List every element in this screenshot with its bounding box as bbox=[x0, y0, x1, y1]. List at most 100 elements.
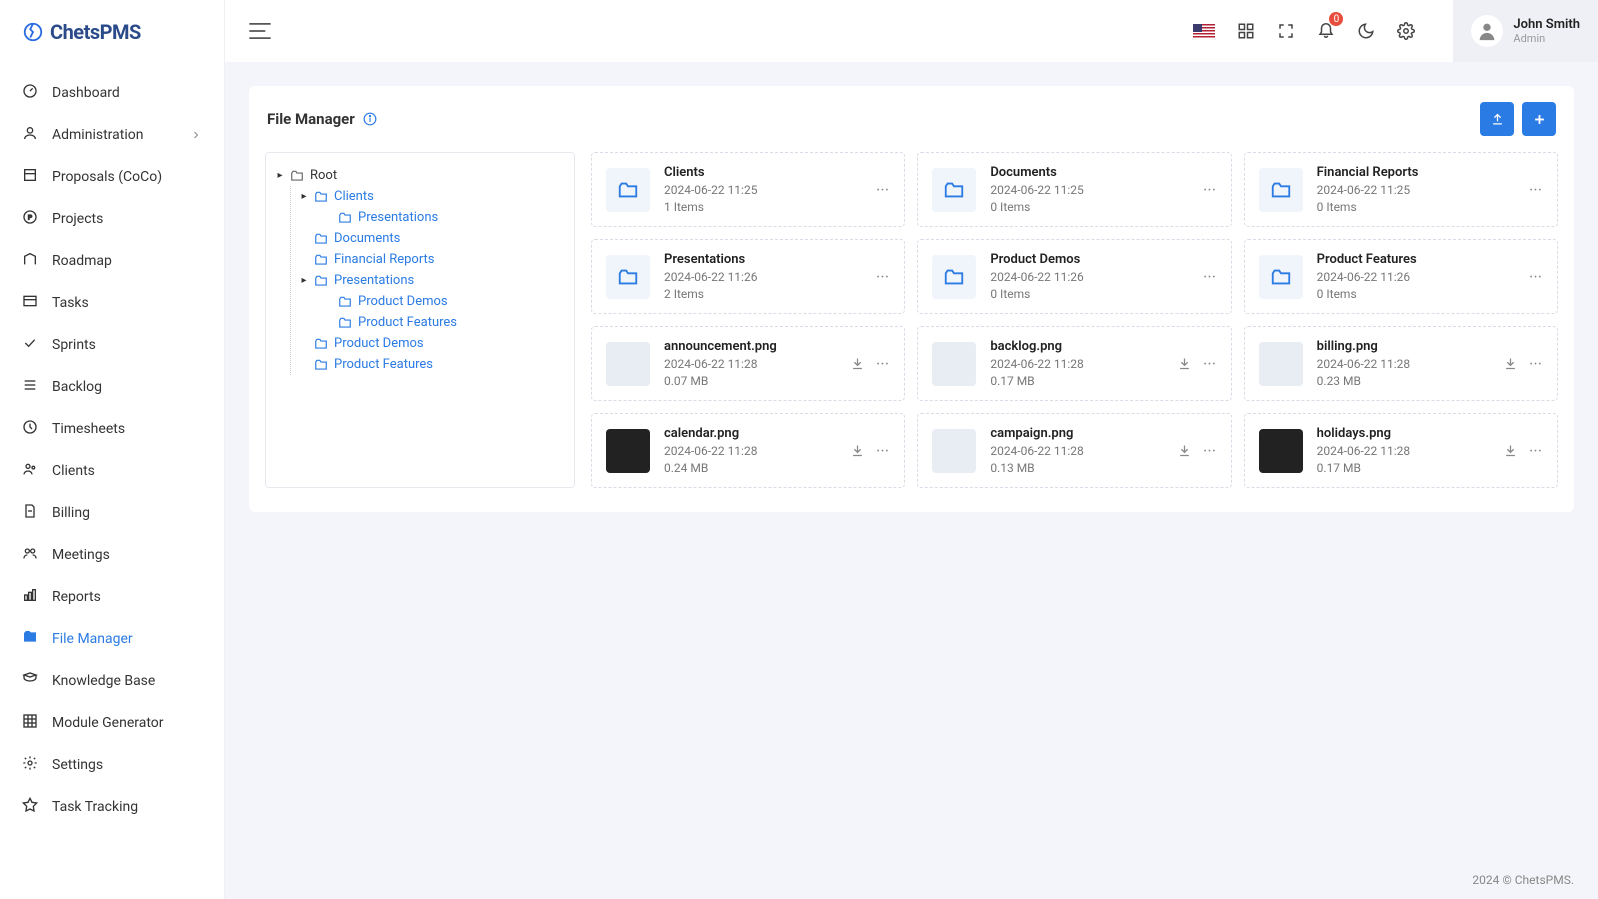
folder-open-icon bbox=[290, 169, 304, 183]
chevron-right-icon bbox=[190, 129, 202, 141]
nav-icon bbox=[22, 587, 38, 607]
user-menu[interactable]: John Smith Admin bbox=[1453, 0, 1598, 62]
more-icon[interactable] bbox=[875, 443, 890, 458]
file-tile[interactable]: campaign.png2024-06-22 11:280.13 MB bbox=[917, 413, 1231, 488]
folder-icon bbox=[617, 179, 639, 201]
tree-node[interactable]: ▸Clients bbox=[276, 186, 564, 207]
item-name: calendar.png bbox=[664, 426, 836, 441]
fullscreen-icon[interactable] bbox=[1277, 22, 1295, 40]
nav-icon bbox=[22, 251, 38, 271]
download-icon[interactable] bbox=[850, 356, 865, 371]
nav-icon bbox=[22, 419, 38, 439]
download-icon[interactable] bbox=[1177, 356, 1192, 371]
brand-logo[interactable]: ChetsPMS bbox=[0, 0, 224, 64]
file-tile[interactable]: calendar.png2024-06-22 11:280.24 MB bbox=[591, 413, 905, 488]
download-icon[interactable] bbox=[1177, 443, 1192, 458]
tree-node[interactable]: Product Features bbox=[276, 354, 564, 375]
more-icon[interactable] bbox=[875, 182, 890, 197]
folder-tile[interactable]: Clients2024-06-22 11:251 Items bbox=[591, 152, 905, 227]
sidebar-item-billing[interactable]: Billing bbox=[0, 492, 224, 534]
file-thumb bbox=[932, 342, 976, 386]
tree-label: Product Features bbox=[358, 315, 457, 330]
sidebar-item-meetings[interactable]: Meetings bbox=[0, 534, 224, 576]
more-icon[interactable] bbox=[1528, 182, 1543, 197]
folder-tile[interactable]: Financial Reports2024-06-22 11:250 Items bbox=[1244, 152, 1558, 227]
folder-tile[interactable]: Presentations2024-06-22 11:262 Items bbox=[591, 239, 905, 314]
download-icon[interactable] bbox=[1503, 356, 1518, 371]
nav-icon bbox=[22, 461, 38, 481]
sidebar-item-sprints[interactable]: Sprints bbox=[0, 324, 224, 366]
more-icon[interactable] bbox=[1202, 269, 1217, 284]
nav-icon bbox=[22, 713, 38, 733]
sidebar-item-timesheets[interactable]: Timesheets bbox=[0, 408, 224, 450]
tree-root[interactable]: ▸ Root bbox=[276, 165, 564, 186]
upload-button[interactable] bbox=[1480, 102, 1514, 136]
sidebar-item-reports[interactable]: Reports bbox=[0, 576, 224, 618]
plus-icon bbox=[1532, 112, 1547, 127]
tree-label: Presentations bbox=[358, 210, 438, 225]
sidebar-item-file-manager[interactable]: File Manager bbox=[0, 618, 224, 660]
sidebar-item-task-tracking[interactable]: Task Tracking bbox=[0, 786, 224, 828]
more-icon[interactable] bbox=[1528, 356, 1543, 371]
apps-grid-icon[interactable] bbox=[1237, 22, 1255, 40]
item-date: 2024-06-22 11:26 bbox=[1317, 270, 1514, 284]
language-flag[interactable] bbox=[1193, 24, 1215, 39]
tree-node[interactable]: ▸Presentations bbox=[276, 270, 564, 291]
tree-node[interactable]: Financial Reports bbox=[276, 249, 564, 270]
file-tile[interactable]: backlog.png2024-06-22 11:280.17 MB bbox=[917, 326, 1231, 401]
avatar bbox=[1471, 15, 1503, 47]
more-icon[interactable] bbox=[1202, 356, 1217, 371]
item-name: Product Features bbox=[1317, 252, 1514, 267]
sidebar-item-administration[interactable]: Administration bbox=[0, 114, 224, 156]
more-icon[interactable] bbox=[1528, 269, 1543, 284]
tree-label: Financial Reports bbox=[334, 252, 435, 267]
download-icon[interactable] bbox=[850, 443, 865, 458]
folder-icon bbox=[314, 232, 328, 246]
info-icon[interactable] bbox=[363, 112, 377, 126]
folder-tile[interactable]: Documents2024-06-22 11:250 Items bbox=[917, 152, 1231, 227]
add-button[interactable] bbox=[1522, 102, 1556, 136]
file-tile[interactable]: billing.png2024-06-22 11:280.23 MB bbox=[1244, 326, 1558, 401]
folder-tile[interactable]: Product Features 2024-06-22 11:26 0 Items bbox=[1244, 239, 1558, 314]
nav-icon bbox=[22, 671, 38, 691]
svg-text:P: P bbox=[28, 214, 32, 222]
sidebar-item-tasks[interactable]: Tasks bbox=[0, 282, 224, 324]
file-tile[interactable]: announcement.png2024-06-22 11:280.07 MB bbox=[591, 326, 905, 401]
menu-toggle-icon[interactable] bbox=[249, 23, 271, 39]
item-sub: 0 Items bbox=[1317, 200, 1514, 214]
tree-label: Clients bbox=[334, 189, 374, 204]
sidebar-item-roadmap[interactable]: Roadmap bbox=[0, 240, 224, 282]
folder-icon bbox=[314, 337, 328, 351]
sidebar-item-clients[interactable]: Clients bbox=[0, 450, 224, 492]
nav-label: Reports bbox=[52, 589, 101, 605]
sidebar-item-proposals-coco-[interactable]: Proposals (CoCo) bbox=[0, 156, 224, 198]
folder-tile[interactable]: Product Demos2024-06-22 11:260 Items bbox=[917, 239, 1231, 314]
tree-node[interactable]: Product Features bbox=[276, 312, 564, 333]
gear-icon[interactable] bbox=[1397, 22, 1415, 40]
file-tile[interactable]: holidays.png2024-06-22 11:280.17 MB bbox=[1244, 413, 1558, 488]
nav-icon bbox=[22, 167, 38, 187]
item-sub: 0 Items bbox=[1317, 287, 1514, 301]
download-icon[interactable] bbox=[1503, 443, 1518, 458]
file-grid: Clients2024-06-22 11:251 ItemsDocuments2… bbox=[591, 152, 1558, 488]
more-icon[interactable] bbox=[1202, 182, 1217, 197]
more-icon[interactable] bbox=[1202, 443, 1217, 458]
nav-icon bbox=[22, 503, 38, 523]
topbar: 0 John Smith Admin bbox=[225, 0, 1598, 62]
more-icon[interactable] bbox=[875, 269, 890, 284]
sidebar-item-backlog[interactable]: Backlog bbox=[0, 366, 224, 408]
sidebar-item-projects[interactable]: PProjects bbox=[0, 198, 224, 240]
tree-node[interactable]: Product Demos bbox=[276, 291, 564, 312]
more-icon[interactable] bbox=[1528, 443, 1543, 458]
tree-node[interactable]: Product Demos bbox=[276, 333, 564, 354]
tree-node[interactable]: Presentations bbox=[276, 207, 564, 228]
moon-icon[interactable] bbox=[1357, 22, 1375, 40]
sidebar-item-module-generator[interactable]: Module Generator bbox=[0, 702, 224, 744]
nav-label: Timesheets bbox=[52, 421, 125, 437]
sidebar-item-knowledge-base[interactable]: Knowledge Base bbox=[0, 660, 224, 702]
more-icon[interactable] bbox=[875, 356, 890, 371]
tree-label: Product Demos bbox=[334, 336, 424, 351]
tree-node[interactable]: Documents bbox=[276, 228, 564, 249]
sidebar-item-settings[interactable]: Settings bbox=[0, 744, 224, 786]
sidebar-item-dashboard[interactable]: Dashboard bbox=[0, 72, 224, 114]
